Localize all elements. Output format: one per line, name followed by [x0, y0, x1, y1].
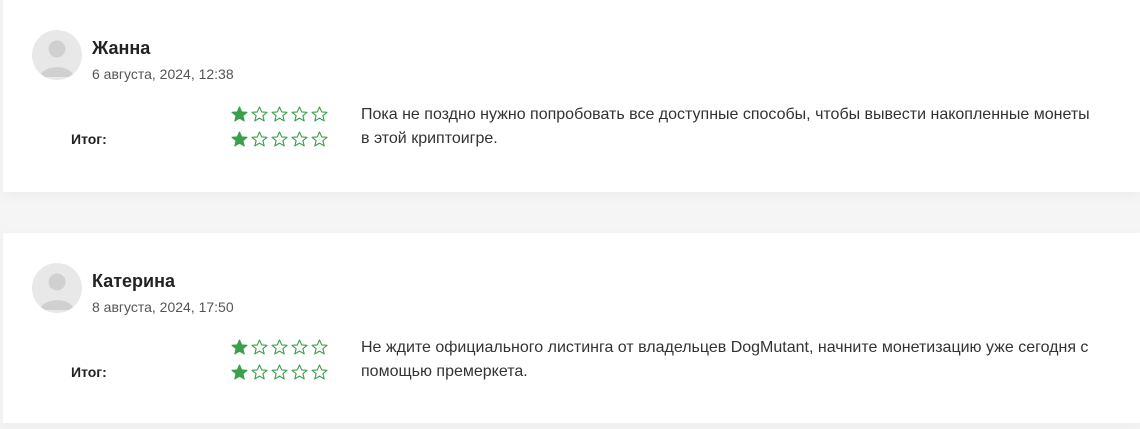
star-filled-icon	[231, 106, 248, 122]
star-empty-icon	[291, 106, 308, 122]
star-empty-icon	[311, 131, 328, 147]
star-empty-icon	[251, 131, 268, 147]
avatar	[32, 30, 82, 80]
reviewer-name: Катерина	[92, 271, 175, 291]
star-empty-icon	[291, 339, 308, 355]
user-avatar-icon	[40, 40, 74, 77]
star-rating	[231, 106, 328, 123]
star-empty-icon	[271, 364, 288, 380]
review-date: 6 августа, 2024, 12:38	[92, 66, 234, 82]
star-empty-icon	[271, 339, 288, 355]
star-empty-icon	[271, 106, 288, 122]
star-empty-icon	[311, 364, 328, 380]
star-empty-icon	[251, 339, 268, 355]
star-empty-icon	[291, 131, 308, 147]
total-star-rating	[231, 364, 328, 381]
reviewer-name: Жанна	[92, 38, 151, 58]
star-empty-icon	[251, 364, 268, 380]
star-filled-icon	[231, 364, 248, 380]
star-empty-icon	[271, 131, 288, 147]
total-label: Итог:	[71, 364, 107, 380]
star-filled-icon	[231, 339, 248, 355]
review-comment: Пока не поздно нужно попробовать все дос…	[361, 106, 1090, 147]
review-comment: Не ждите официального листинга от владел…	[361, 339, 1089, 380]
user-avatar-icon	[40, 273, 74, 310]
star-empty-icon	[311, 339, 328, 355]
avatar	[32, 263, 82, 313]
star-empty-icon	[251, 106, 268, 122]
total-star-rating	[231, 131, 328, 148]
total-label: Итог:	[71, 131, 107, 147]
star-rating	[231, 339, 328, 356]
review-date: 8 августа, 2024, 17:50	[92, 299, 234, 315]
review-card: Катерина 8 августа, 2024, 17:50 Итог: Не…	[3, 233, 1140, 423]
review-card: Жанна 6 августа, 2024, 12:38 Итог: Пока …	[3, 0, 1140, 192]
star-filled-icon	[231, 131, 248, 147]
star-empty-icon	[311, 106, 328, 122]
star-empty-icon	[291, 364, 308, 380]
